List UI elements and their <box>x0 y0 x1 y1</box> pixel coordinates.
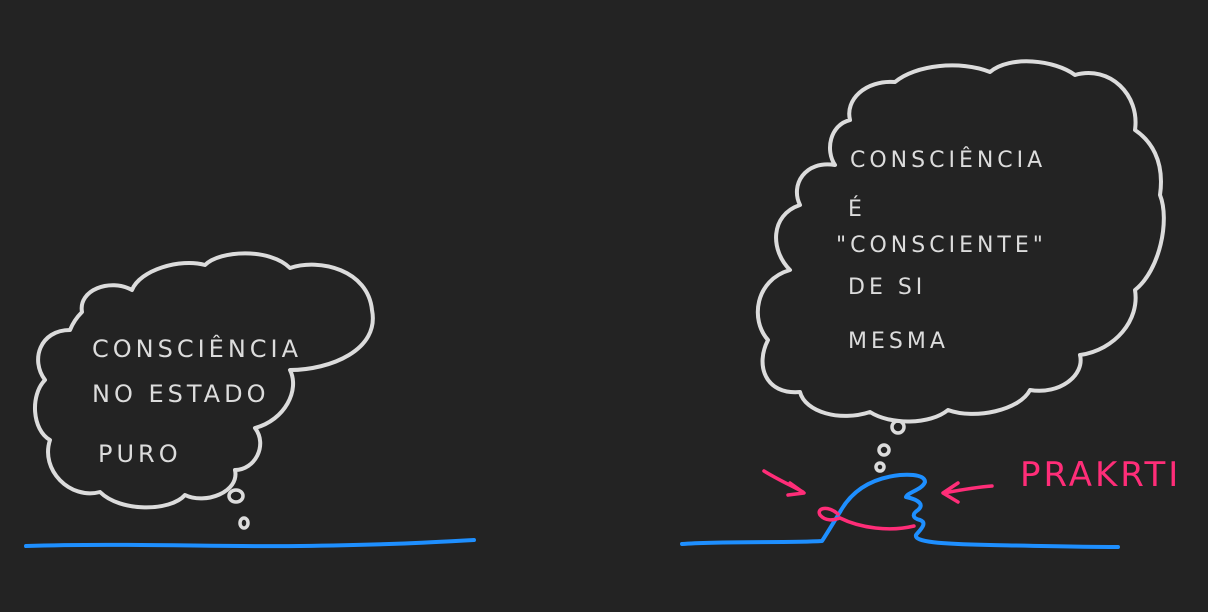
left-arrow-icon <box>762 469 806 497</box>
right-bubble-line-1: CONSCIÊNCIA <box>850 147 1046 173</box>
drawing-canvas: CONSCIÊNCIA NO ESTADO PURO CONSCIÊNCIA É… <box>0 0 1208 607</box>
left-scene: CONSCIÊNCIA NO ESTADO PURO <box>24 251 476 549</box>
right-bubble-line-5: MESMA <box>848 329 949 354</box>
right-bubble-line-3: "CONSCIENTE" <box>836 233 1047 258</box>
right-arrow-icon <box>941 481 994 504</box>
right-bubble-line-2: É <box>848 196 866 222</box>
right-small-bubble-3 <box>874 461 886 473</box>
left-small-bubble-2 <box>238 516 250 530</box>
left-bubble-line-1: CONSCIÊNCIA <box>92 334 302 363</box>
right-bubble-line-4: DE SI <box>848 275 926 300</box>
left-bubble-line-3: PURO <box>98 440 182 468</box>
right-small-bubble-2 <box>877 443 891 457</box>
left-water-line-icon <box>24 538 476 549</box>
right-scene: CONSCIÊNCIA É "CONSCIENTE" DE SI MESMA P… <box>680 59 1181 549</box>
left-bubble-line-2: NO ESTADO <box>92 380 269 408</box>
prakrti-label: PRAKRTI <box>1020 455 1181 495</box>
left-small-bubble-1 <box>227 488 245 504</box>
